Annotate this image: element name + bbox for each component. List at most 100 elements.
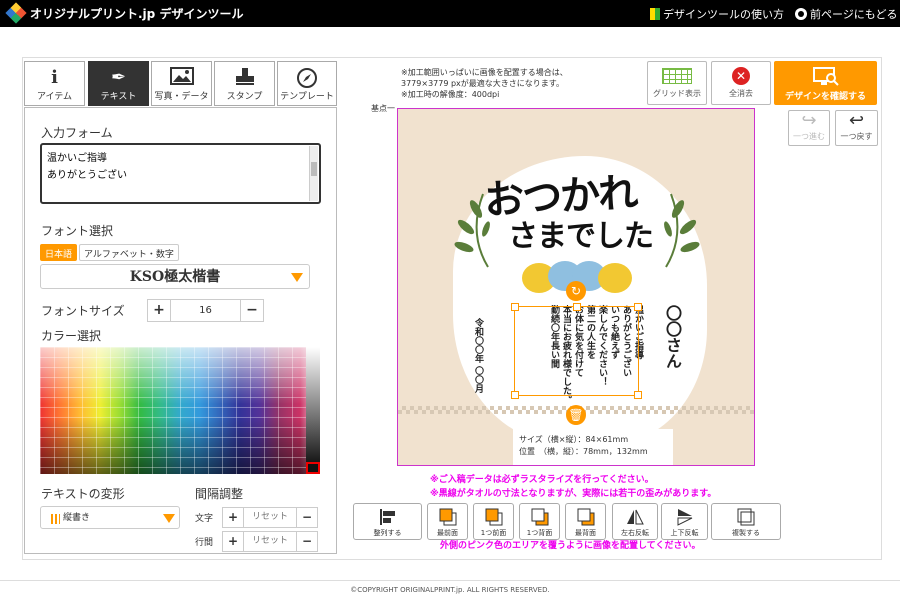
line-spacing-decrease-button[interactable]: −: [297, 532, 317, 551]
font-size-value[interactable]: 16: [170, 300, 241, 321]
right-leaf-branch[interactable]: [656, 189, 706, 269]
tab-text[interactable]: ✒ テキスト: [88, 61, 149, 106]
undo-icon: ↩: [848, 110, 865, 131]
resize-handle[interactable]: [511, 391, 519, 399]
top-bar: オリジナルプリント.jp デザインツール デザインツールの使い方 前ページにもど…: [0, 0, 900, 27]
back-circle-icon: [795, 8, 807, 20]
clear-button-label: 全消去: [729, 89, 753, 98]
flip-vertical-button[interactable]: 上下反転: [661, 503, 708, 540]
font-size-increase-button[interactable]: +: [148, 300, 170, 321]
flip-h-icon: [627, 509, 644, 525]
line-spacing-reset-button[interactable]: リセット: [243, 532, 297, 551]
char-spacing-decrease-button[interactable]: −: [297, 508, 317, 527]
align-label: 整列する: [373, 529, 402, 537]
undo-button[interactable]: ↩ 一つ戻す: [835, 110, 878, 146]
info-icon: i: [51, 67, 58, 88]
grid-toggle-button[interactable]: グリッド表示: [647, 61, 707, 105]
align-button[interactable]: 整列する: [353, 503, 422, 540]
tab-label: テキスト: [100, 92, 137, 102]
align-icon: [379, 509, 395, 525]
bring-forward-button[interactable]: 1つ前面: [473, 503, 514, 540]
line-spacing-row: 行間 + リセット −: [195, 531, 318, 552]
trash-icon[interactable]: 🗑: [566, 405, 586, 425]
compass-icon: [278, 67, 336, 89]
warning-line: ※黒線がタオルの寸法となりますが、実際には若干の歪みがあります。: [430, 489, 717, 499]
dropdown-arrow-icon: [291, 273, 303, 282]
selected-color-swatch[interactable]: [306, 462, 320, 474]
beginner-mark-icon: [650, 8, 660, 20]
tab-photo-data[interactable]: 写真・データ: [151, 61, 212, 106]
clear-all-button[interactable]: ✕ 全消去: [711, 61, 771, 105]
monitor-search-icon: [812, 67, 840, 87]
text-transform-value: 縦書き: [63, 513, 91, 523]
text-transform-label: テキストの変形: [41, 487, 125, 501]
duplicate-label: 複製する: [732, 529, 760, 537]
text-input-scrollbar[interactable]: [309, 146, 318, 201]
flip-horizontal-button[interactable]: 左右反転: [612, 503, 658, 540]
char-spacing-label: 文字: [195, 514, 214, 524]
char-spacing-reset-button[interactable]: リセット: [243, 508, 297, 527]
tab-stamp[interactable]: スタンプ: [214, 61, 275, 106]
color-palette-grid: [40, 347, 320, 474]
forward-label: 1つ前面: [480, 529, 507, 537]
color-select-label: カラー選択: [41, 329, 102, 343]
logo-text: オリジナルプリント.jp デザインツール: [30, 6, 244, 21]
tab-label: アイテム: [36, 92, 73, 102]
bring-to-front-button[interactable]: 最前面: [427, 503, 468, 540]
undo-label: 一つ戻す: [840, 132, 873, 141]
text-input-field[interactable]: 温かいご指導 ありがとうござい: [40, 143, 321, 204]
note-line: ※加工範囲いっぱいに画像を配置する場合は、: [401, 68, 568, 77]
font-dropdown[interactable]: KSO極太楷書: [40, 264, 310, 289]
font-tab-alphanumeric[interactable]: アルファベット・数字: [79, 244, 179, 261]
send-backward-button[interactable]: 1つ背面: [519, 503, 560, 540]
confirm-design-button[interactable]: デザインを確認する: [774, 61, 877, 105]
line-spacing-increase-button[interactable]: +: [223, 532, 243, 551]
resolution-note: ※加工範囲いっぱいに画像を配置する場合は、 3779×3779 pxが最適な大き…: [401, 67, 568, 100]
font-tab-japanese[interactable]: 日本語: [40, 244, 78, 261]
warning-notes: ※ご入稿データは必ずラスタライズを行ってください。 ※黒線がタオルの寸法となりま…: [430, 473, 716, 501]
howto-link[interactable]: デザインツールの使い方: [650, 6, 784, 22]
resize-handle[interactable]: [634, 303, 642, 311]
site-logo[interactable]: オリジナルプリント.jp デザインツール: [5, 2, 244, 24]
flip-h-label: 左右反転: [621, 529, 649, 537]
spacing-label: 間隔調整: [195, 487, 244, 501]
confirm-button-label: デザインを確認する: [784, 92, 866, 102]
backward-label: 1つ背面: [526, 529, 553, 537]
resize-handle[interactable]: [634, 391, 642, 399]
grayscale-column[interactable]: [306, 347, 320, 474]
redo-button[interactable]: ↪ 一つ進む: [788, 110, 830, 146]
font-size-label: フォントサイズ: [41, 304, 125, 318]
flip-v-icon: [677, 509, 692, 526]
grid-button-label: グリッド表示: [653, 89, 701, 98]
footer-copyright: ©COPYRIGHT ORIGINALPRINT.jp. ALL RIGHTS …: [350, 586, 550, 594]
font-size-decrease-button[interactable]: −: [241, 300, 263, 321]
send-to-back-button[interactable]: 最背面: [565, 503, 606, 540]
tab-template[interactable]: テンプレート: [277, 61, 337, 106]
design-canvas[interactable]: おつかれ さまでした 温かいご指導 ありがとうござい いつも絶えず 楽しんでくだ…: [397, 108, 755, 466]
backward-icon: [531, 508, 548, 526]
front-icon: [439, 508, 456, 526]
title-line-2[interactable]: さまでした: [508, 211, 654, 255]
recipient-name[interactable]: 〇〇さん: [662, 305, 682, 369]
char-spacing-increase-button[interactable]: +: [223, 508, 243, 527]
font-select-label: フォント選択: [41, 224, 114, 238]
back-to-prev-link[interactable]: 前ページにもどる: [795, 6, 898, 22]
size-position-info: サイズ（横×縦）：84×61mm 位置 （横，縦）：78mm，132mm: [513, 429, 673, 465]
forward-icon: [485, 508, 502, 526]
pen-icon: ✒: [110, 67, 127, 88]
font-size-stepper: + 16 −: [147, 299, 264, 322]
tab-label: 写真・データ: [154, 92, 209, 102]
rotate-icon[interactable]: ↻: [566, 281, 586, 301]
howto-label: デザインツールの使い方: [663, 8, 784, 21]
logo-cube-icon: [5, 2, 27, 24]
front-label: 最前面: [437, 529, 458, 537]
resize-handle[interactable]: [511, 303, 519, 311]
text-transform-dropdown[interactable]: 縦書き: [40, 506, 180, 529]
date-text[interactable]: 令和〇〇年 〇〇月: [472, 318, 483, 393]
resize-handle[interactable]: [573, 303, 581, 311]
selection-box[interactable]: [511, 303, 642, 399]
footer-divider: [0, 580, 900, 581]
image-icon: [152, 67, 211, 89]
tab-item[interactable]: i アイテム: [24, 61, 85, 106]
duplicate-button[interactable]: 複製する: [711, 503, 781, 540]
